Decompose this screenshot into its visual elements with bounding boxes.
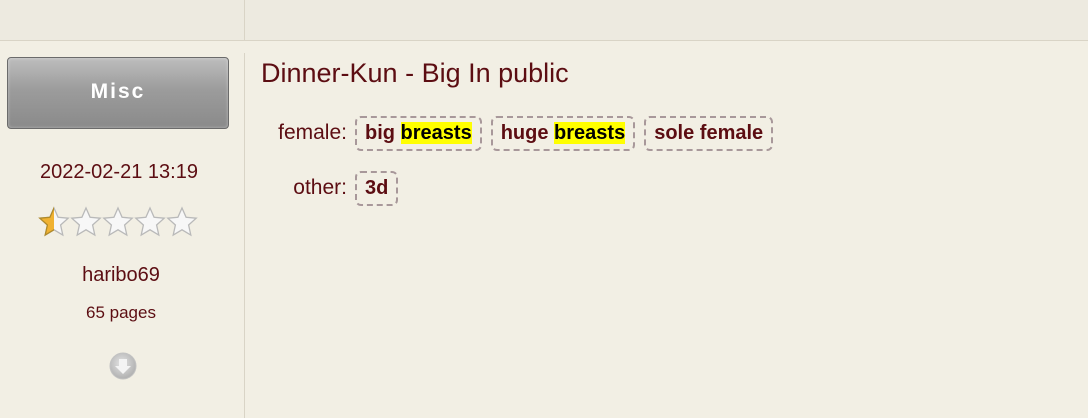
category-button[interactable]: Misc (7, 57, 229, 129)
tag-highlight: breasts (554, 121, 626, 144)
page-count: 65 pages (86, 303, 156, 322)
tag-text: sole female (654, 121, 764, 144)
gallery-meta-column: Misc 2022-02-21 13:19 haribo69 65 pages (0, 53, 245, 418)
tag-female-2[interactable]: sole female (644, 115, 774, 151)
rating-stars (38, 206, 198, 240)
top-strip (0, 0, 1088, 41)
tag-text: 3d (365, 176, 389, 199)
star-icon (134, 206, 166, 237)
star-icon (38, 206, 70, 237)
tag-namespace-female: female: (278, 121, 347, 144)
tag-highlight: breasts (400, 121, 472, 144)
posted-date: 2022-02-21 13:19 (40, 161, 198, 183)
tag-namespace-other: other: (293, 176, 347, 199)
top-divider (244, 0, 245, 40)
star-icon (166, 206, 198, 237)
tag-female-0[interactable]: big breasts (355, 115, 482, 151)
tag-row-female: female: big breasts huge breasts sole fema… (261, 115, 782, 151)
gallery-title[interactable]: Dinner-Kun - Big In public (261, 58, 569, 89)
star-icon (70, 206, 102, 237)
tag-other-0[interactable]: 3d (355, 170, 399, 206)
tag-text: big (365, 121, 401, 144)
tag-text: huge (500, 121, 555, 144)
download-arrow-icon[interactable] (108, 351, 138, 381)
uploader-link[interactable]: haribo69 (0, 264, 242, 287)
tag-row-other: other: 3d (261, 170, 407, 206)
star-icon (102, 206, 134, 237)
tag-female-1[interactable]: huge breasts (490, 115, 636, 151)
